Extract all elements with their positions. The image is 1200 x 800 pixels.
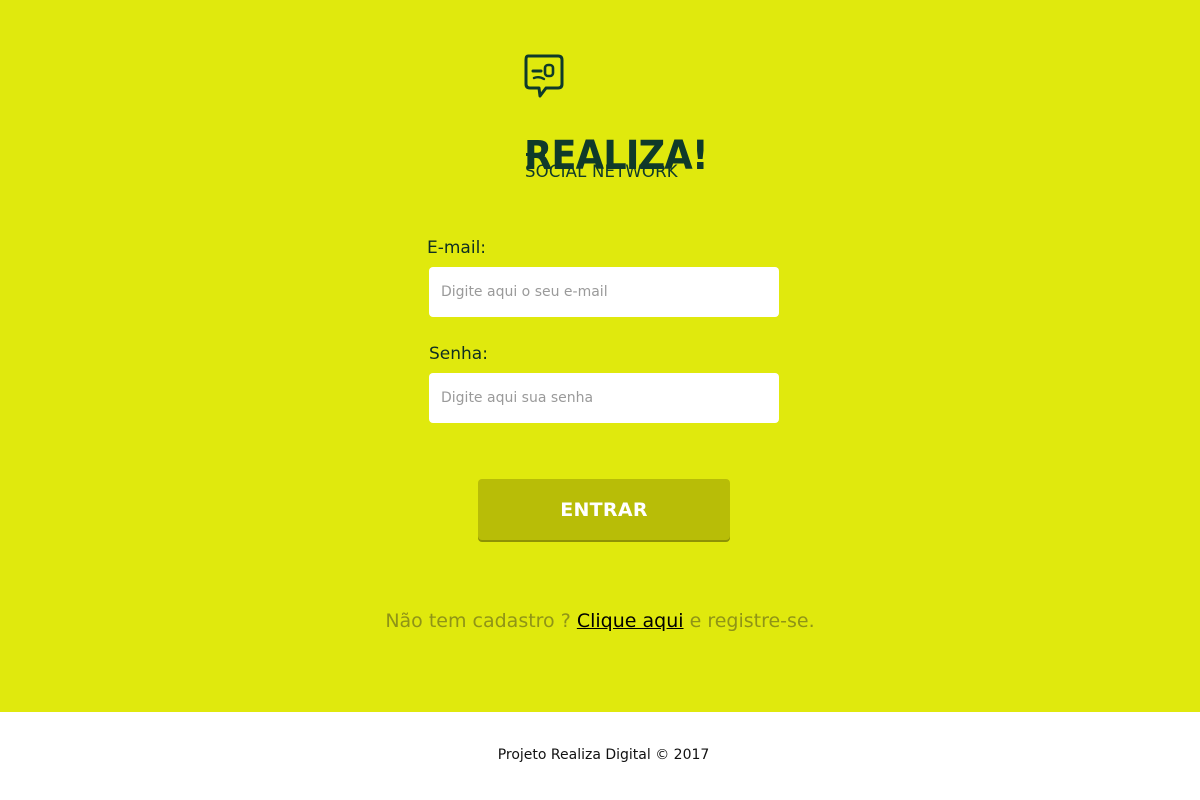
password-label: Senha:: [429, 344, 488, 364]
password-field[interactable]: [429, 373, 779, 423]
login-button[interactable]: ENTRAR: [478, 479, 730, 540]
email-label: E-mail:: [427, 238, 487, 258]
speech-bubble-face-icon: [524, 54, 564, 98]
signup-link[interactable]: Clique aqui: [577, 610, 684, 632]
footer: Projeto Realiza Digital © 2017: [0, 712, 1200, 800]
signup-suffix: e registre-se.: [689, 610, 815, 632]
brand-logo: REALIZA! SOCIAL NETWORK: [524, 54, 709, 186]
email-field[interactable]: [429, 267, 779, 317]
login-panel: REALIZA! SOCIAL NETWORK E-mail: Senha: E…: [0, 0, 1200, 712]
footer-copyright: Projeto Realiza Digital © 2017: [497, 747, 710, 763]
signup-prefix: Não tem cadastro ?: [385, 610, 571, 632]
brand-subtitle: SOCIAL NETWORK: [525, 162, 678, 181]
brand-divider: [526, 153, 545, 156]
signup-prompt: Não tem cadastro ? Clique aqui e registr…: [0, 610, 1200, 632]
